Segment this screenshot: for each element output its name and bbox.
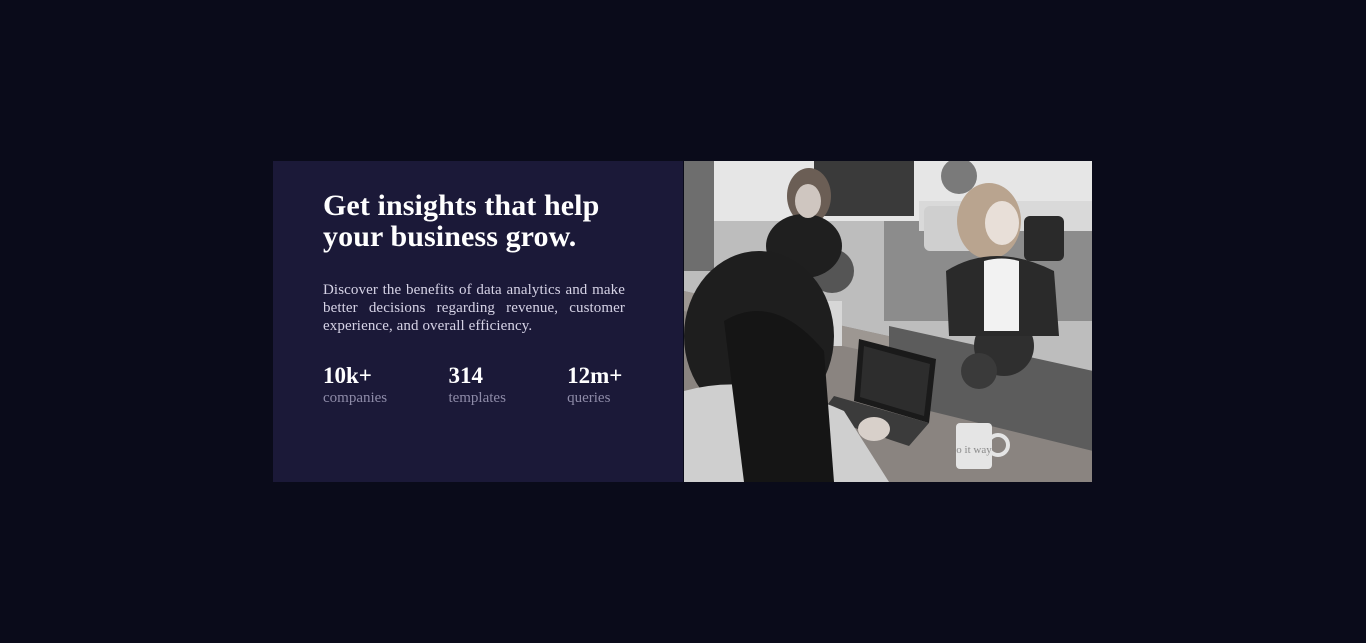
stat-companies: 10k+ companies	[323, 363, 448, 407]
stat-value: 314	[448, 363, 483, 388]
office-photo-illustration: o it way	[684, 161, 1092, 482]
person-right-shirt	[984, 258, 1019, 331]
left-cabinet	[684, 161, 714, 271]
description: Discover the benefits of data analytics …	[323, 282, 625, 334]
person-front-hand	[858, 417, 890, 441]
stat-label: companies	[323, 390, 388, 406]
headline-line-2: your business grow.	[323, 220, 577, 253]
stats-preview-card: Get insights that help your business gro…	[273, 161, 1092, 482]
person-right-face	[985, 201, 1019, 245]
text-panel: Get insights that help your business gro…	[273, 161, 683, 482]
stat-queries: 12m+ queries	[567, 363, 625, 407]
stats-row: 10k+ companies 314 templates 12m+ querie…	[323, 363, 625, 407]
stat-label: queries	[567, 390, 611, 406]
stat-templates: 314 templates	[448, 363, 567, 407]
stat-value: 10k+	[323, 363, 372, 388]
headline: Get insights that help your business gro…	[323, 190, 625, 252]
mug-text: o it way	[956, 444, 992, 456]
plant-leaves-2	[961, 353, 997, 389]
person-back-left-face	[795, 184, 821, 218]
stat-label: templates	[448, 390, 506, 406]
chair-dark	[1024, 216, 1064, 261]
office-photo: o it way	[683, 161, 1092, 482]
headline-line-1: Get insights that help	[323, 189, 600, 222]
stat-value: 12m+	[567, 363, 623, 388]
